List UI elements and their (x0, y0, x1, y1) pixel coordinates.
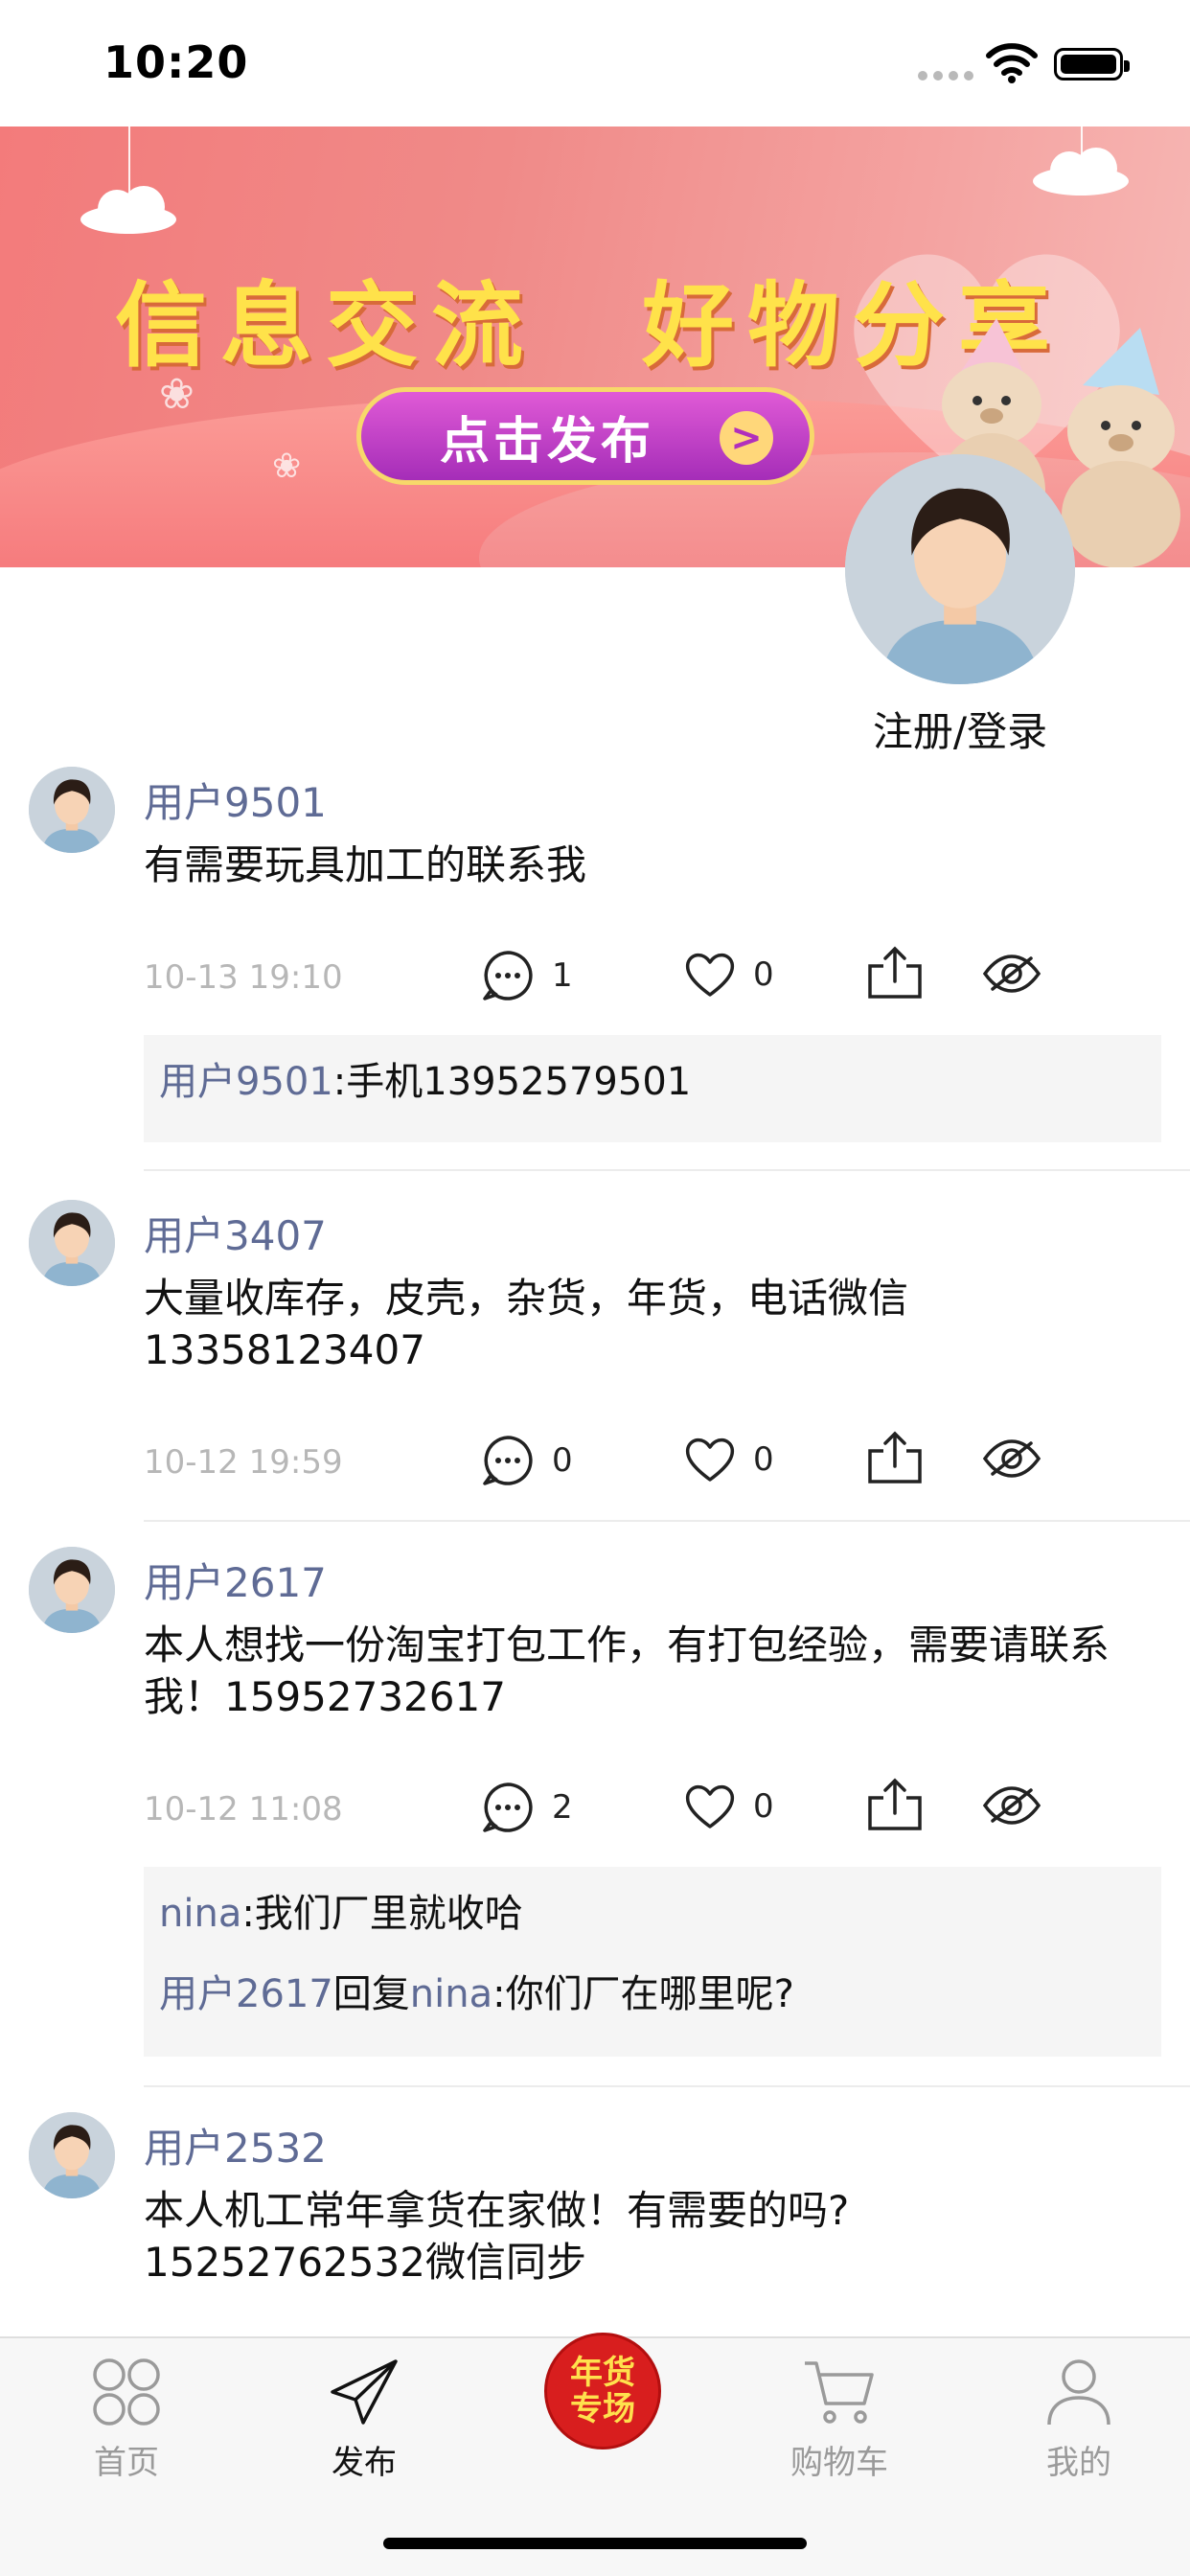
post-username[interactable]: 用户9501 (144, 770, 327, 829)
comment-box: 用户9501:手机13952579501 (144, 1035, 1161, 1142)
post-username[interactable]: 用户3407 (144, 1204, 327, 1262)
like-button[interactable]: 0 (684, 1782, 774, 1830)
avatar[interactable] (29, 767, 115, 853)
like-button[interactable]: 0 (684, 1436, 774, 1484)
new-year-goods-badge[interactable]: 年货 专场 (544, 2333, 661, 2450)
comment-icon (483, 1782, 533, 1832)
user-avatar-icon (29, 767, 115, 853)
post-username[interactable]: 用户2617 (144, 1551, 327, 1609)
comment-line[interactable]: 用户2617回复nina:你们厂在哪里呢? (159, 1965, 1146, 2024)
reply-label: 回复 (332, 1972, 410, 2016)
comment-line[interactable]: 用户9501:手机13952579501 (159, 1052, 1146, 1112)
comment-button[interactable]: 2 (481, 1781, 573, 1834)
post-divider (144, 1169, 1190, 1171)
share-icon (868, 1431, 922, 1484)
post-time: 10-13 19:10 (144, 958, 343, 997)
status-bar: 10:20 (0, 0, 1190, 126)
comment-box: nina:我们厂里就收哈 用户2617回复nina:你们厂在哪里呢? (144, 1867, 1161, 2057)
comment-line[interactable]: nina:我们厂里就收哈 (159, 1884, 1146, 1944)
user-avatar-icon (845, 454, 1075, 684)
home-grid-icon (93, 2358, 160, 2426)
user-avatar-icon (29, 2112, 115, 2198)
comment-text: :我们厂里就收哈 (241, 1892, 523, 1936)
user-icon (1047, 2359, 1110, 2426)
publish-button-label: 点击发布 (440, 412, 655, 471)
comment-button[interactable]: 1 (481, 949, 573, 1002)
tab-cart-label: 购物车 (790, 2444, 888, 2482)
cloud-string (128, 126, 130, 194)
like-count: 0 (753, 1787, 774, 1826)
hide-button[interactable] (981, 1784, 1042, 1827)
status-time: 10:20 (103, 36, 249, 88)
paper-plane-icon (331, 2359, 398, 2425)
post-content: 本人机工常年拿货在家做！有需要的吗?15252762532微信同步 (144, 2187, 850, 2286)
like-count: 0 (753, 1440, 774, 1479)
tab-mine-label: 我的 (1046, 2444, 1111, 2482)
tab-publish-label: 发布 (332, 2444, 397, 2482)
tab-home-label: 首页 (94, 2444, 159, 2482)
hide-button[interactable] (981, 953, 1042, 995)
avatar[interactable] (29, 1200, 115, 1286)
hide-button[interactable] (981, 1438, 1042, 1480)
cloud-icon (1033, 148, 1129, 196)
comment-text: :你们厂在哪里呢? (492, 1972, 794, 2016)
comment-icon (483, 1436, 533, 1485)
comment-count: 0 (552, 1441, 573, 1480)
tab-cart[interactable]: 购物车 (763, 2358, 916, 2483)
tab-mine[interactable]: 我的 (1002, 2358, 1156, 2483)
avatar[interactable] (29, 2112, 115, 2198)
comment-author[interactable]: 用户2617 (159, 1972, 333, 2016)
home-indicator[interactable] (383, 2538, 807, 2549)
comment-text: :手机13952579501 (332, 1060, 692, 1104)
heart-icon (685, 1784, 735, 1828)
wifi-icon (986, 43, 1038, 83)
signal-icon (918, 71, 973, 80)
reply-target[interactable]: nina (410, 1972, 492, 2016)
post-content: 本人想找一份淘宝打包工作，有打包经验，需要请联系我！15952732617 (144, 1622, 1110, 1720)
battery-icon (1054, 48, 1130, 80)
login-avatar[interactable] (845, 454, 1075, 684)
share-button[interactable] (866, 945, 924, 1000)
comment-author[interactable]: nina (159, 1892, 241, 1936)
share-button[interactable] (866, 1777, 924, 1832)
post-time: 10-12 11:08 (144, 1790, 343, 1828)
paw-icon: ❀ (272, 447, 302, 486)
comment-icon (483, 951, 533, 1000)
share-icon (868, 946, 922, 999)
share-button[interactable] (866, 1430, 924, 1485)
like-button[interactable]: 0 (684, 951, 774, 999)
post-content: 大量收库存，皮壳，杂货，年货，电话微信13358123407 (144, 1275, 909, 1373)
eye-slash-icon (982, 1439, 1041, 1478)
heart-icon (685, 1438, 735, 1482)
user-avatar-icon (29, 1200, 115, 1286)
eye-slash-icon (982, 1786, 1041, 1825)
tab-publish[interactable]: 发布 (287, 2358, 441, 2483)
heart-icon (685, 953, 735, 997)
cart-icon (805, 2361, 874, 2424)
user-avatar-icon (29, 1547, 115, 1633)
comment-count: 2 (552, 1788, 573, 1827)
post-time: 10-12 19:59 (144, 1443, 343, 1482)
eye-slash-icon (982, 954, 1041, 993)
arrow-right-icon: > (720, 411, 773, 465)
comment-author[interactable]: 用户9501 (159, 1060, 333, 1104)
comment-count: 1 (552, 956, 573, 995)
cloud-icon (80, 186, 176, 234)
publish-button[interactable]: 点击发布 > (356, 387, 814, 485)
share-icon (868, 1778, 922, 1830)
post-divider (144, 1520, 1190, 1522)
comment-button[interactable]: 0 (481, 1434, 573, 1487)
tab-home[interactable]: 首页 (50, 2358, 203, 2483)
special-line2: 专场 (570, 2390, 635, 2428)
avatar[interactable] (29, 1547, 115, 1633)
register-login-link[interactable]: 注册/登录 (807, 700, 1113, 758)
post-content: 有需要玩具加工的联系我 (144, 841, 587, 888)
special-line1: 年货 (570, 2354, 635, 2392)
post-divider (144, 2085, 1190, 2087)
like-count: 0 (753, 955, 774, 994)
post-username[interactable]: 用户2532 (144, 2116, 327, 2174)
